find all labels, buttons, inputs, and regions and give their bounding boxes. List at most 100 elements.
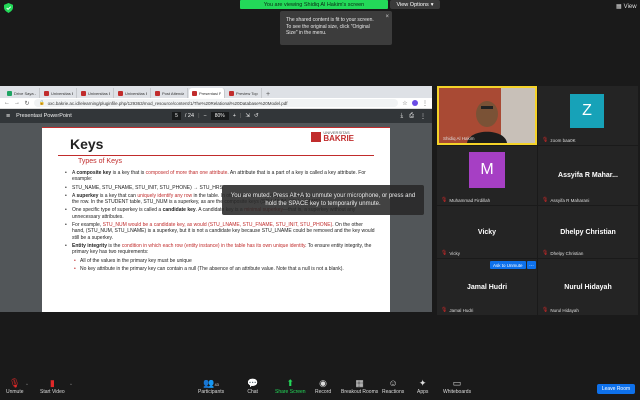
browser-tab[interactable]: Preview Topic — [226, 88, 262, 98]
rotate-icon[interactable]: ↺ — [254, 113, 259, 119]
video-options-chevron-icon[interactable]: ^ — [70, 382, 72, 387]
participant-name-label: Assyifa R Maharani — [550, 197, 590, 203]
leave-room-button[interactable]: Leave Room — [597, 384, 635, 394]
pdf-viewer[interactable]: Keys UNIVERSITASBAKRIE Types of Keys A c… — [0, 123, 432, 312]
whiteboards-label: Whiteboards — [443, 389, 472, 395]
chevron-down-icon: ▾ — [430, 1, 434, 8]
participant-tile-nurul[interactable]: Nurul Hidayah 🎙 Nurul Hidayah — [538, 259, 638, 315]
participant-name-label: Nurul Hidayah — [550, 307, 579, 313]
fit-page-icon[interactable]: ⇲ — [245, 113, 250, 119]
subheading: Types of Keys — [78, 158, 122, 165]
browser-tab[interactable]: Universitas Ba — [78, 88, 114, 98]
back-icon[interactable]: ← — [4, 100, 10, 106]
browser-tab[interactable]: Universitas Ba — [41, 88, 77, 98]
unmute-label: Unmute — [6, 389, 24, 395]
grid-view-icon: ▦ — [616, 4, 622, 10]
bullet-item: For example, STU_NUM would be a candidat… — [64, 222, 376, 241]
print-icon[interactable]: ⎙ — [409, 113, 414, 120]
view-options-label: View Options — [396, 1, 429, 8]
browser-tab[interactable]: Presentasi Po — [189, 88, 225, 98]
more-options-icon[interactable]: ⋮ — [420, 113, 426, 120]
tab-favicon-icon — [192, 90, 197, 96]
record-button[interactable]: ◉ Record — [315, 378, 331, 395]
breakout-rooms-button[interactable]: ▦ Breakout Rooms — [341, 378, 378, 395]
reactions-button[interactable]: ☺ Reactions — [382, 378, 404, 395]
apps-icon: ✦ — [418, 378, 427, 388]
participant-tile-jamal[interactable]: Ask to Unmute … Jamal Hudri 🎙 Jamal Hudr… — [437, 259, 537, 315]
participant-tile-muhammad[interactable]: M 🎙 Muhammad Firdillah — [437, 146, 537, 205]
view-options-button[interactable]: View Options ▾ — [390, 0, 440, 9]
apps-button[interactable]: ✦ Apps — [417, 378, 428, 395]
bullet-item: A composite key is a key that is compose… — [64, 170, 376, 183]
url-text: oxc.bakrie.ac.id/elearning/pluginfile.ph… — [47, 100, 288, 106]
logo-main: BAKRIE — [323, 134, 354, 143]
start-video-button[interactable]: ▮ Start Video — [40, 378, 65, 395]
participant-tile-shidiq[interactable]: Shidiq Al Hakim — [437, 86, 537, 145]
tab-favicon-icon — [44, 90, 49, 96]
new-tab-icon[interactable]: + — [263, 91, 273, 98]
browser-tab-strip: Drive Saya - G Universitas Ba Universitas … — [0, 86, 432, 98]
participants-label: Participants — [198, 389, 225, 395]
whiteboard-icon: ▭ — [452, 378, 462, 388]
browser-tab[interactable]: Universitas Ba — [115, 88, 151, 98]
participants-icon: 👥43 — [203, 378, 219, 388]
pdf-title: Presentasi PowerPoint — [16, 113, 72, 119]
sub-bullet-item: No key attribute in the primary key can … — [64, 266, 376, 273]
participant-tile-assyifa[interactable]: Assyifa R Mahar... 🎙 Assyifa R Maharani — [538, 146, 638, 205]
mic-muted-icon: 🎙 — [441, 307, 448, 313]
zoom-in-icon[interactable]: + — [233, 113, 236, 119]
text-run: superkey — [76, 192, 99, 199]
pdf-page: Keys UNIVERSITASBAKRIE Types of Keys A c… — [42, 127, 390, 312]
text-run: One specific type of superkey is called … — [72, 207, 163, 214]
star-icon[interactable]: ☆ — [402, 100, 408, 107]
tab-favicon-icon — [81, 90, 86, 96]
zoom-input[interactable]: 80% — [210, 112, 229, 120]
tab-label: Preview Topic — [236, 90, 258, 96]
participant-name-label: Jamal Hudri — [449, 307, 474, 313]
participant-name: 🎙 Dhelpy Christian — [542, 250, 583, 256]
microphone-muted-icon: 🎙 — [9, 378, 21, 388]
participants-button[interactable]: 👥43 Participants — [198, 378, 224, 395]
page-number-input[interactable]: 5 — [172, 112, 181, 120]
record-icon: ◉ — [319, 378, 327, 388]
share-screen-icon: ⬆ — [286, 378, 295, 388]
security-shield-icon[interactable] — [4, 3, 13, 13]
share-banner: You are viewing Shidiq Al Hakim's screen — [240, 0, 388, 9]
chat-button[interactable]: 💬 Chat — [247, 378, 258, 395]
view-button[interactable]: ▦ View — [616, 3, 637, 11]
lock-icon: 🔒 — [39, 100, 45, 105]
meeting-controls: 🎙 Unmute ^ ▮ Start Video ^ 👥43 Participa… — [0, 376, 640, 400]
audio-options-chevron-icon[interactable]: ^ — [26, 382, 28, 387]
reactions-icon: ☺ — [388, 378, 398, 388]
hamburger-menu-icon[interactable]: ≡ — [6, 113, 10, 120]
browser-tab[interactable]: Post Attendan — [152, 88, 188, 98]
browser-tab[interactable]: Drive Saya - G — [4, 88, 40, 98]
fit-screen-tooltip: The shared content is fit to your screen… — [280, 11, 392, 45]
profile-icon[interactable] — [412, 100, 418, 106]
mic-muted-icon: 🎙 — [542, 197, 549, 203]
tab-label: Presentasi Po — [199, 90, 221, 96]
whiteboards-button[interactable]: ▭ Whiteboards — [443, 378, 471, 395]
menu-dots-icon[interactable]: ⋮ — [422, 100, 428, 107]
text-run: uniquely identify any row — [137, 192, 193, 199]
chat-label: Chat — [247, 389, 258, 395]
forward-icon[interactable]: → — [14, 100, 20, 106]
mic-muted-icon: 🎙 — [542, 250, 549, 256]
participant-tile-vicky[interactable]: Vicky 🎙 Vicky — [437, 206, 537, 258]
share-screen-button[interactable]: ⬆ Share Screen — [275, 378, 306, 395]
participant-name: 🎙 Assyifa R Maharani — [542, 197, 589, 203]
participant-name-label: Dhelpy Christian — [550, 250, 584, 256]
text-run: is a key that is — [111, 170, 146, 176]
participant-tile-dhelpy[interactable]: Dhelpy Christian 🎙 Dhelpy Christian — [538, 206, 638, 258]
close-icon[interactable]: × — [385, 14, 389, 21]
mic-muted-icon: 🎙 — [542, 137, 549, 143]
avatar-initial: Z — [582, 102, 592, 119]
unmute-button[interactable]: 🎙 Unmute — [6, 378, 24, 395]
participant-tile-zoom[interactable]: Z 🎙 zoom baa0K — [538, 86, 638, 145]
address-bar[interactable]: 🔒 oxc.bakrie.ac.id/elearning/pluginfile.… — [34, 99, 398, 107]
tab-label: Drive Saya - G — [14, 90, 36, 96]
zoom-out-icon[interactable]: − — [204, 113, 207, 119]
reload-icon[interactable]: ↻ — [24, 100, 30, 107]
download-icon[interactable]: ⤓ — [401, 113, 404, 120]
tab-label: Universitas Ba — [125, 90, 147, 96]
